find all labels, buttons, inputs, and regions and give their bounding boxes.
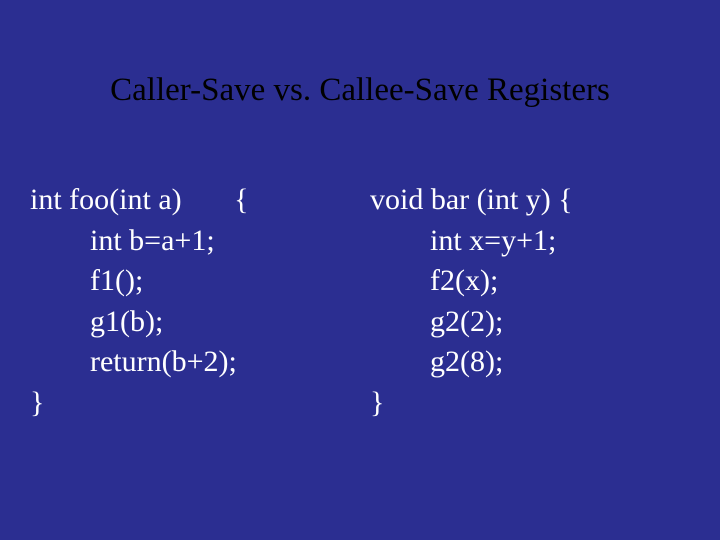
foo-line-4: return(b+2); <box>30 342 350 383</box>
bar-line-1: int x=y+1; <box>370 221 690 262</box>
slide-title: Caller-Save vs. Callee-Save Registers <box>0 72 720 109</box>
code-block-foo: int foo(int a) { int b=a+1; f1(); g1(b);… <box>30 180 350 423</box>
foo-line-2: f1(); <box>30 261 350 302</box>
code-block-bar: void bar (int y) { int x=y+1; f2(x); g2(… <box>350 180 690 423</box>
bar-line-4: g2(8); <box>370 342 690 383</box>
bar-close: } <box>370 383 690 424</box>
foo-line-3: g1(b); <box>30 302 350 343</box>
foo-signature: int foo(int a) { <box>30 180 350 221</box>
bar-line-3: g2(2); <box>370 302 690 343</box>
slide: Caller-Save vs. Callee-Save Registers in… <box>0 0 720 540</box>
bar-signature: void bar (int y) { <box>370 180 690 221</box>
bar-line-2: f2(x); <box>370 261 690 302</box>
foo-line-1: int b=a+1; <box>30 221 350 262</box>
slide-body: int foo(int a) { int b=a+1; f1(); g1(b);… <box>30 180 690 423</box>
foo-close: } <box>30 383 350 424</box>
